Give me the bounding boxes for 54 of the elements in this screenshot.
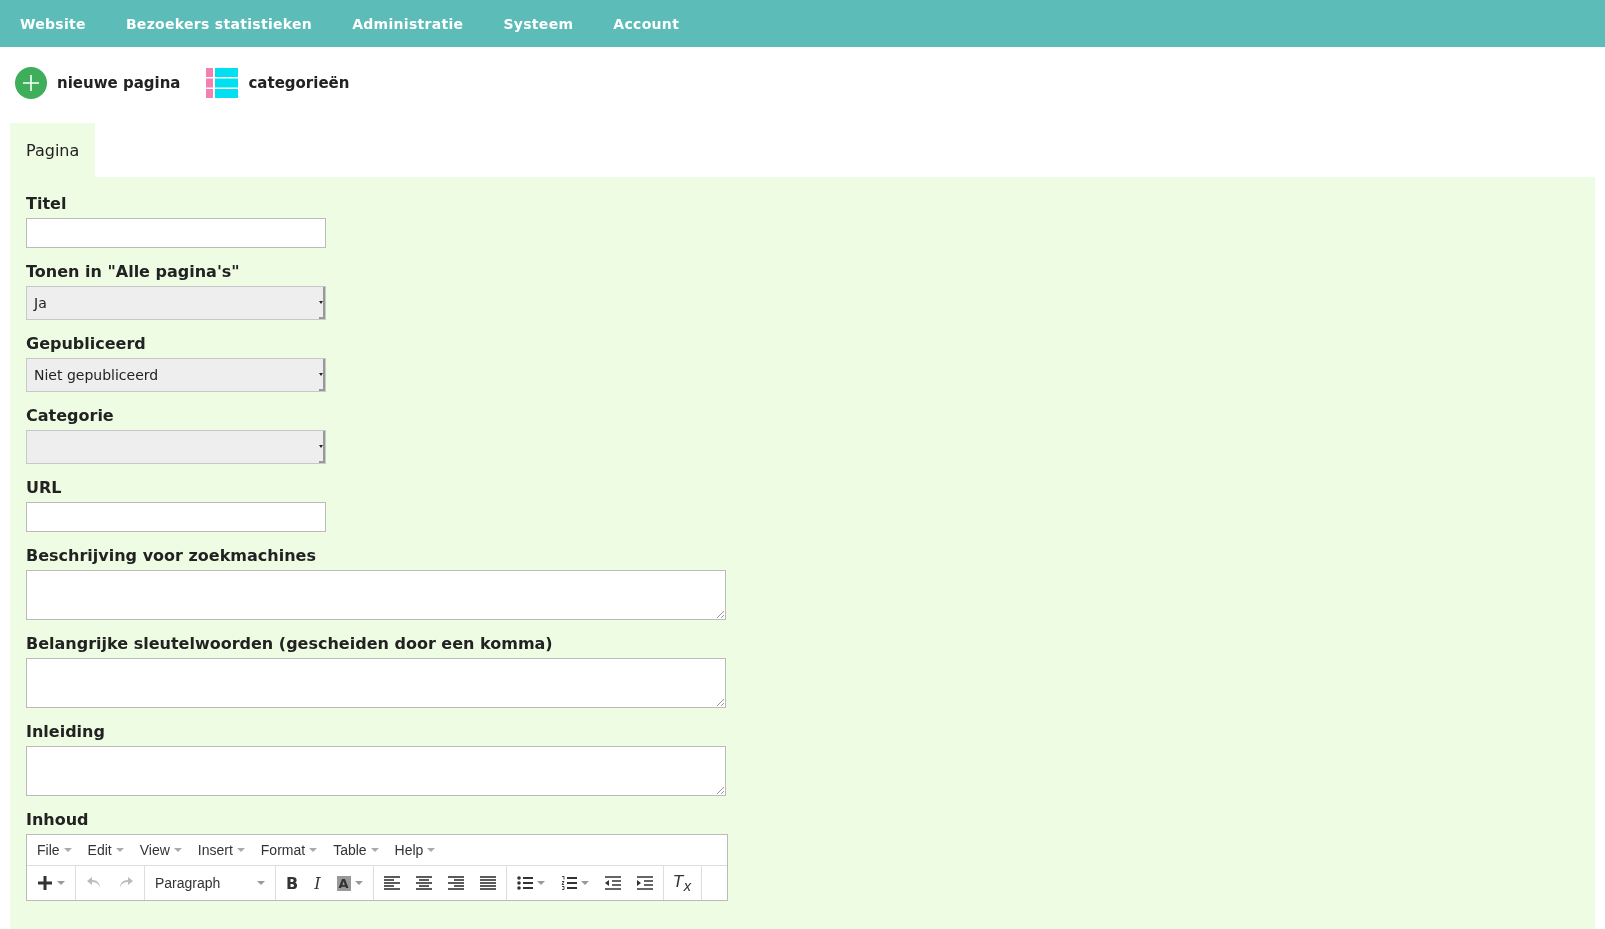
field-label: Tonen in "Alle pagina's" xyxy=(26,262,241,281)
align-left-icon[interactable] xyxy=(383,875,400,891)
tab[interactable]: Pagina xyxy=(10,123,96,177)
align-right-icon[interactable] xyxy=(447,875,464,891)
text-area[interactable] xyxy=(26,658,726,708)
clear-formatting-button[interactable]: T$_{x}$ xyxy=(673,871,692,895)
menu-item[interactable]: View xyxy=(139,842,182,858)
indent-icon[interactable] xyxy=(636,875,653,891)
menu-item[interactable]: Help xyxy=(394,842,436,858)
resize-handle-icon[interactable] xyxy=(716,786,724,794)
resize-handle-icon[interactable] xyxy=(716,610,724,618)
italic-button[interactable]: I xyxy=(314,873,321,893)
action-link[interactable]: nieuwe pagina xyxy=(57,74,181,92)
background-color-button[interactable]: A xyxy=(336,875,351,891)
input-field[interactable] xyxy=(26,502,326,532)
menu-item[interactable]: Insert xyxy=(197,842,245,858)
field-label: Gepubliceerd xyxy=(26,334,147,353)
bullet-list-icon[interactable] xyxy=(516,875,533,891)
align-center-icon[interactable] xyxy=(415,875,432,891)
plus-circle-icon[interactable] xyxy=(15,67,47,99)
caret-icon[interactable] xyxy=(57,881,65,885)
numbered-list-icon[interactable] xyxy=(560,875,577,891)
caret-icon xyxy=(257,881,265,885)
caret-icon xyxy=(319,444,323,448)
caret-icon xyxy=(319,372,323,376)
field-label: Inhoud xyxy=(26,810,90,829)
menu-item[interactable]: Table xyxy=(333,842,379,858)
outdent-icon[interactable] xyxy=(604,875,621,891)
menu-item[interactable]: Edit xyxy=(87,842,124,858)
field-label: Categorie xyxy=(26,406,115,425)
text-area[interactable] xyxy=(26,570,726,620)
field-label: URL xyxy=(26,478,63,497)
menu-item[interactable]: File xyxy=(37,842,72,858)
field-label: Belangrijke sleutelwoorden (gescheiden door een komma) xyxy=(26,634,554,653)
caret-icon[interactable] xyxy=(536,881,545,885)
input-field[interactable] xyxy=(26,218,326,248)
caret-icon xyxy=(319,300,323,304)
format-dropdown[interactable]: Paragraph xyxy=(155,875,265,891)
field-label: Beschrijving voor zoekmachines xyxy=(26,546,317,565)
justify-icon[interactable] xyxy=(479,875,496,891)
dropdown-field[interactable] xyxy=(26,430,326,464)
text-area[interactable] xyxy=(26,746,726,796)
dropdown-field[interactable]: Niet gepubliceerd xyxy=(26,358,326,392)
action-link[interactable]: categorieën xyxy=(248,74,350,92)
field-label: Inleiding xyxy=(26,722,106,741)
caret-icon[interactable] xyxy=(580,881,589,885)
bold-button[interactable]: B xyxy=(286,873,299,893)
field-label: Titel xyxy=(26,194,68,213)
resize-handle-icon[interactable] xyxy=(716,698,724,706)
plus-icon[interactable] xyxy=(37,875,53,891)
caret-icon[interactable] xyxy=(354,881,363,885)
dropdown-field[interactable]: Ja xyxy=(26,286,326,320)
menu-item[interactable]: Format xyxy=(260,842,318,858)
list-icon[interactable] xyxy=(206,67,239,99)
